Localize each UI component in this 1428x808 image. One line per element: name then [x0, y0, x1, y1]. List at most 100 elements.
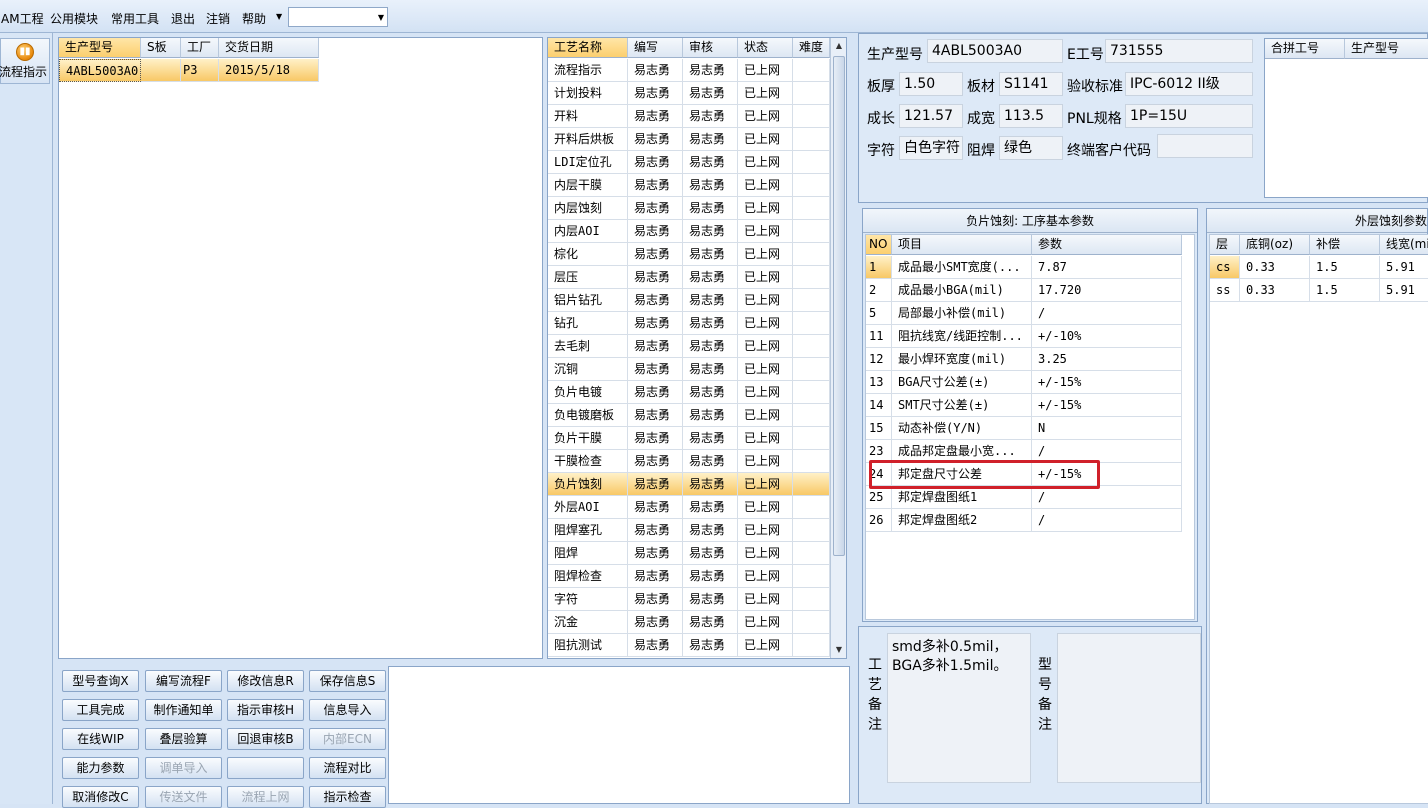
process-cell-status[interactable]: 已上网 [738, 128, 793, 151]
field-thickness[interactable]: 1.50 [899, 72, 963, 96]
menu-logout[interactable]: 注销 [206, 10, 230, 27]
process-cell-name[interactable]: 层压 [548, 266, 628, 289]
menu-am-project[interactable]: AM工程 [1, 10, 44, 27]
process-cell-name[interactable]: 负片干膜 [548, 427, 628, 450]
params-cell-no[interactable]: 2 [866, 279, 892, 302]
process-cell-difficulty[interactable] [793, 565, 830, 588]
action-button-4-1[interactable]: 传送文件 [145, 786, 222, 808]
process-cell-writer[interactable]: 易志勇 [628, 634, 683, 657]
params-cell-item[interactable]: SMT尺寸公差(±) [892, 394, 1032, 417]
process-cell-difficulty[interactable] [793, 289, 830, 312]
outer-cell-copper[interactable]: 0.33 [1240, 279, 1310, 302]
scroll-up-icon[interactable]: ▲ [831, 38, 846, 54]
process-cell-difficulty[interactable] [793, 128, 830, 151]
process-cell-difficulty[interactable] [793, 611, 830, 634]
action-button-4-2[interactable]: 流程上网 [227, 786, 304, 808]
process-cell-reviewer[interactable]: 易志勇 [683, 381, 738, 404]
params-cell-item[interactable]: 局部最小补偿(mil) [892, 302, 1032, 325]
process-cell-writer[interactable]: 易志勇 [628, 611, 683, 634]
outer-cell-linewidth[interactable]: 5.91 [1380, 256, 1428, 279]
process-col-writer[interactable]: 编写 [628, 38, 683, 58]
process-cell-status[interactable]: 已上网 [738, 473, 793, 496]
outer-cell-comp[interactable]: 1.5 [1310, 256, 1380, 279]
process-cell-reviewer[interactable]: 易志勇 [683, 427, 738, 450]
process-cell-name[interactable]: 干膜检查 [548, 450, 628, 473]
merge-col-model[interactable]: 生产型号 [1345, 39, 1428, 59]
process-cell-status[interactable]: 已上网 [738, 358, 793, 381]
menu-common-module[interactable]: 公用模块 [50, 10, 98, 27]
process-cell-writer[interactable]: 易志勇 [628, 128, 683, 151]
params-col-value[interactable]: 参数 [1032, 235, 1182, 255]
process-cell-reviewer[interactable]: 易志勇 [683, 634, 738, 657]
process-cell-name[interactable]: 去毛刺 [548, 335, 628, 358]
orders-col-delivery[interactable]: 交货日期 [219, 38, 319, 58]
process-col-reviewer[interactable]: 审核 [683, 38, 738, 58]
field-legend[interactable]: 白色字符 [899, 136, 963, 160]
process-cell-reviewer[interactable]: 易志勇 [683, 82, 738, 105]
process-cell-writer[interactable]: 易志勇 [628, 174, 683, 197]
action-button-3-2[interactable] [227, 757, 304, 779]
action-button-0-0[interactable]: 型号查询X [62, 670, 139, 692]
process-cell-status[interactable]: 已上网 [738, 220, 793, 243]
process-cell-reviewer[interactable]: 易志勇 [683, 289, 738, 312]
params-cell-item[interactable]: 成品最小BGA(mil) [892, 279, 1032, 302]
process-cell-difficulty[interactable] [793, 358, 830, 381]
process-cell-writer[interactable]: 易志勇 [628, 473, 683, 496]
process-cell-name[interactable]: 阻焊塞孔 [548, 519, 628, 542]
params-cell-value[interactable]: 7.87 [1032, 256, 1182, 279]
params-cell-item[interactable]: BGA尺寸公差(±) [892, 371, 1032, 394]
orders-cell-delivery[interactable]: 2015/5/18 [219, 59, 319, 82]
action-button-2-0[interactable]: 在线WIP [62, 728, 139, 750]
action-button-1-2[interactable]: 指示审核H [227, 699, 304, 721]
process-cell-difficulty[interactable] [793, 588, 830, 611]
params-cell-no[interactable]: 11 [866, 325, 892, 348]
process-cell-name[interactable]: 计划投料 [548, 82, 628, 105]
action-button-0-2[interactable]: 修改信息R [227, 670, 304, 692]
process-cell-status[interactable]: 已上网 [738, 289, 793, 312]
process-cell-status[interactable]: 已上网 [738, 404, 793, 427]
process-cell-reviewer[interactable]: 易志勇 [683, 128, 738, 151]
menu-overflow-icon[interactable]: ▼ [276, 12, 282, 21]
outer-col-linewidth[interactable]: 线宽(mi [1380, 235, 1428, 255]
params-cell-item[interactable]: 邦定焊盘图纸1 [892, 486, 1032, 509]
process-cell-reviewer[interactable]: 易志勇 [683, 611, 738, 634]
params-cell-item[interactable]: 邦定焊盘图纸2 [892, 509, 1032, 532]
process-cell-difficulty[interactable] [793, 266, 830, 289]
process-cell-name[interactable]: 铝片钻孔 [548, 289, 628, 312]
process-cell-reviewer[interactable]: 易志勇 [683, 588, 738, 611]
process-cell-name[interactable]: 外层AOI [548, 496, 628, 519]
action-button-1-3[interactable]: 信息导入 [309, 699, 386, 721]
process-cell-difficulty[interactable] [793, 381, 830, 404]
process-cell-status[interactable]: 已上网 [738, 335, 793, 358]
params-cell-no[interactable]: 5 [866, 302, 892, 325]
params-cell-value[interactable]: / [1032, 486, 1182, 509]
outer-col-layer[interactable]: 层 [1210, 235, 1240, 255]
merge-col-job[interactable]: 合拼工号 [1265, 39, 1345, 59]
action-button-3-0[interactable]: 能力参数 [62, 757, 139, 779]
process-cell-status[interactable]: 已上网 [738, 588, 793, 611]
process-cell-name[interactable]: 内层AOI [548, 220, 628, 243]
process-cell-reviewer[interactable]: 易志勇 [683, 335, 738, 358]
params-cell-value[interactable]: 3.25 [1032, 348, 1182, 371]
process-cell-reviewer[interactable]: 易志勇 [683, 220, 738, 243]
action-button-2-3[interactable]: 内部ECN [309, 728, 386, 750]
process-cell-difficulty[interactable] [793, 450, 830, 473]
params-cell-value[interactable]: / [1032, 509, 1182, 532]
field-mask[interactable]: 绿色 [999, 136, 1063, 160]
process-cell-reviewer[interactable]: 易志勇 [683, 496, 738, 519]
process-cell-reviewer[interactable]: 易志勇 [683, 473, 738, 496]
process-cell-writer[interactable]: 易志勇 [628, 542, 683, 565]
process-cell-name[interactable]: 字符 [548, 588, 628, 611]
menu-dropdown[interactable]: ▼ [288, 7, 388, 27]
process-cell-writer[interactable]: 易志勇 [628, 59, 683, 82]
process-cell-status[interactable]: 已上网 [738, 197, 793, 220]
process-cell-reviewer[interactable]: 易志勇 [683, 151, 738, 174]
field-model[interactable]: 4ABL5003A0 [927, 39, 1063, 63]
action-button-1-0[interactable]: 工具完成 [62, 699, 139, 721]
process-cell-writer[interactable]: 易志勇 [628, 197, 683, 220]
params-col-no[interactable]: NO [866, 235, 892, 255]
process-cell-writer[interactable]: 易志勇 [628, 220, 683, 243]
process-cell-reviewer[interactable]: 易志勇 [683, 105, 738, 128]
process-cell-reviewer[interactable]: 易志勇 [683, 404, 738, 427]
process-cell-writer[interactable]: 易志勇 [628, 266, 683, 289]
